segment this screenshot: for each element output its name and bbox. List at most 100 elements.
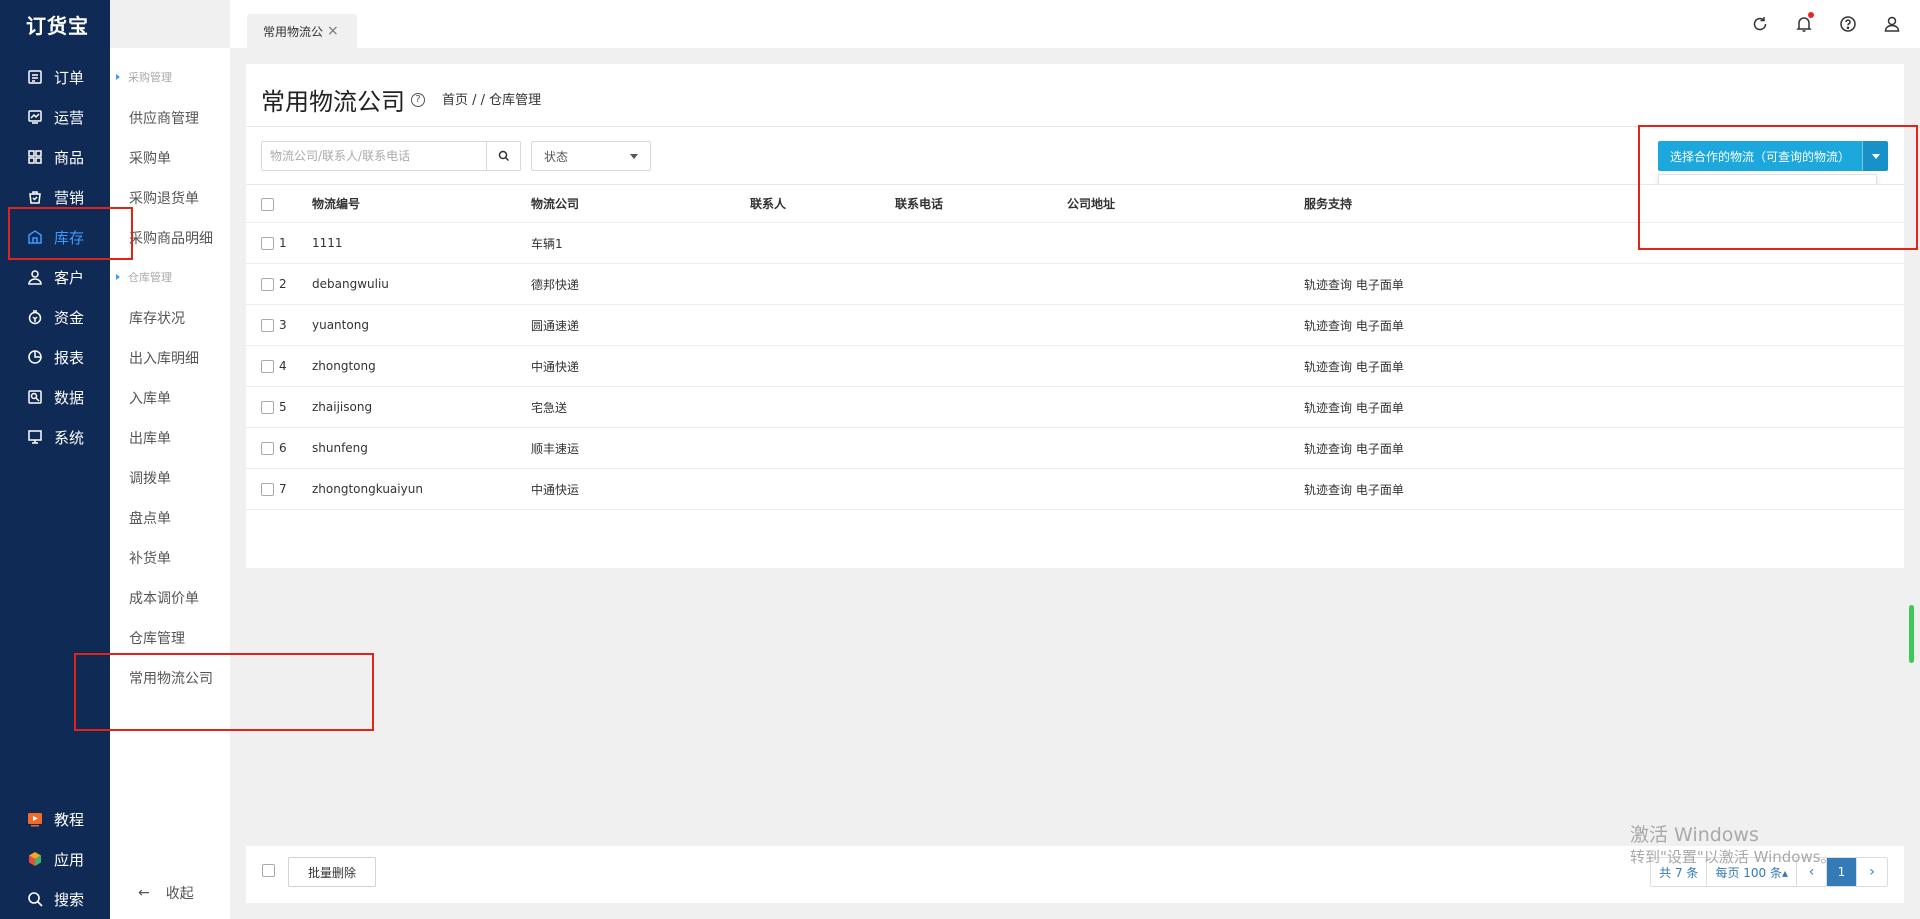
nav-item-customer[interactable]: 客户 <box>0 259 110 295</box>
close-icon[interactable]: × <box>327 23 339 39</box>
subnav-item-stocktake[interactable]: 盘点单 <box>129 508 171 528</box>
row-index: 5 <box>279 400 287 415</box>
cell-company: 圆通速递 <box>531 304 750 346</box>
highlight-box-inventory <box>8 207 133 260</box>
chevron-right-icon[interactable]: › <box>1857 858 1887 886</box>
subnav-item-outbound[interactable]: 出库单 <box>129 428 171 448</box>
tab-label: 常用物流公 <box>263 24 324 39</box>
subnav-item-replenish[interactable]: 补货单 <box>129 548 171 568</box>
nav-item-apps[interactable]: 应用 <box>0 841 110 877</box>
nav-item-system[interactable]: 系统 <box>0 419 110 455</box>
nav-label: 资金 <box>54 308 85 327</box>
nav-item-operation[interactable]: 运营 <box>0 99 110 135</box>
cell-contact <box>750 304 895 346</box>
select-all-checkbox[interactable] <box>261 197 274 211</box>
row-checkbox[interactable] <box>261 236 274 250</box>
collapse-button[interactable]: ← 收起 <box>138 883 194 903</box>
subnav-item-warehouse-manage[interactable]: 仓库管理 <box>129 628 185 648</box>
monitor-icon <box>27 429 43 445</box>
cell-address <box>1067 468 1304 510</box>
subnav-item-inbound[interactable]: 入库单 <box>129 388 171 408</box>
help-icon[interactable] <box>1838 14 1858 34</box>
nav-label: 教程 <box>54 810 85 829</box>
arrow-left-icon: ← <box>138 885 150 901</box>
nav-label: 数据 <box>54 388 85 407</box>
subnav-item-transfer[interactable]: 调拨单 <box>129 468 171 488</box>
cell-code: debangwuliu <box>312 263 531 305</box>
top-header: 常用物流公 × <box>230 0 1920 48</box>
cell-service: 轨迹查询 电子面单 <box>1304 304 1904 346</box>
subnav-item-supplier[interactable]: 供应商管理 <box>129 108 199 128</box>
select-all-checkbox-bottom[interactable] <box>262 864 275 877</box>
bag-icon <box>27 189 43 205</box>
refresh-icon[interactable] <box>1750 14 1770 34</box>
subnav-item-stock-status[interactable]: 库存状况 <box>129 308 185 328</box>
row-checkbox[interactable] <box>261 482 274 496</box>
row-checkbox[interactable] <box>261 318 274 332</box>
user-icon[interactable] <box>1882 14 1902 34</box>
cell-service: 轨迹查询 电子面单 <box>1304 263 1904 305</box>
subnav-item-inout-detail[interactable]: 出入库明细 <box>129 348 199 368</box>
subnav-item-cost-adjust[interactable]: 成本调价单 <box>129 588 199 608</box>
nav-label: 商品 <box>54 148 85 167</box>
nav-item-order[interactable]: 订单 <box>0 59 110 95</box>
table-row[interactable]: 7 zhongtongkuaiyun 中通快运 轨迹查询 电子面单 <box>246 468 1904 510</box>
caret-right-icon <box>116 74 120 80</box>
order-icon <box>27 69 43 85</box>
row-checkbox[interactable] <box>261 359 274 373</box>
nav-item-report[interactable]: 报表 <box>0 339 110 375</box>
table-row[interactable]: 4 zhongtong 中通快递 轨迹查询 电子面单 <box>246 345 1904 387</box>
nav-item-search[interactable]: 搜索 <box>0 881 110 917</box>
cell-address <box>1067 427 1304 469</box>
grid-icon <box>27 149 43 165</box>
row-index: 2 <box>279 277 287 292</box>
table-row[interactable]: 3 yuantong 圆通速递 轨迹查询 电子面单 <box>246 304 1904 346</box>
app-logo[interactable]: 订货宝 <box>0 0 110 48</box>
nav-item-data[interactable]: 数据 <box>0 379 110 415</box>
money-icon <box>27 309 43 325</box>
subnav-group-purchase[interactable]: 采购管理 <box>116 69 172 85</box>
row-checkbox[interactable] <box>261 441 274 455</box>
batch-delete-button[interactable]: 批量删除 <box>288 857 376 887</box>
highlight-box-select-button <box>1638 125 1918 250</box>
subnav-item-purchase-detail[interactable]: 采购商品明细 <box>129 228 213 248</box>
nav-label: 订单 <box>54 68 85 87</box>
cell-phone <box>895 345 1067 387</box>
subnav-item-purchase-return[interactable]: 采购退货单 <box>129 188 199 208</box>
question-icon[interactable]: ? <box>411 92 425 107</box>
notification-dot <box>1808 12 1814 18</box>
cell-company: 顺丰速运 <box>531 427 750 469</box>
column-header: 物流公司 <box>531 184 750 223</box>
table-row[interactable]: 2 debangwuliu 德邦快递 轨迹查询 电子面单 <box>246 263 1904 305</box>
scrollbar-thumb[interactable] <box>1909 605 1914 663</box>
nav-item-tutorial[interactable]: 教程 <box>0 801 110 837</box>
nav-item-funds[interactable]: 资金 <box>0 299 110 335</box>
cell-address <box>1067 386 1304 428</box>
nav-label: 运营 <box>54 108 85 127</box>
nav-label: 搜索 <box>54 890 85 909</box>
chart-icon <box>27 109 43 125</box>
nav-label: 报表 <box>54 348 85 367</box>
tab-logistics[interactable]: 常用物流公 × <box>247 14 357 48</box>
search-icon <box>27 891 43 907</box>
cell-company: 德邦快递 <box>531 263 750 305</box>
table-row[interactable]: 5 zhaijisong 宅急送 轨迹查询 电子面单 <box>246 386 1904 428</box>
cell-phone <box>895 386 1067 428</box>
breadcrumb[interactable]: 首页 / / 仓库管理 <box>442 89 541 108</box>
cell-company: 中通快递 <box>531 345 750 387</box>
table-row[interactable]: 6 shunfeng 顺丰速运 轨迹查询 电子面单 <box>246 427 1904 469</box>
search-button[interactable] <box>486 142 520 170</box>
search-input[interactable] <box>262 142 486 170</box>
subnav-item-purchase-order[interactable]: 采购单 <box>129 148 171 168</box>
bell-icon[interactable] <box>1794 12 1814 34</box>
row-checkbox[interactable] <box>261 277 274 291</box>
row-index: 6 <box>279 441 287 456</box>
cell-service: 轨迹查询 电子面单 <box>1304 468 1904 510</box>
user-icon <box>27 269 43 285</box>
nav-item-product[interactable]: 商品 <box>0 139 110 175</box>
row-checkbox[interactable] <box>261 400 274 414</box>
subnav-group-warehouse[interactable]: 仓库管理 <box>116 269 172 285</box>
cell-phone <box>895 304 1067 346</box>
status-select[interactable]: 状态 <box>531 141 651 171</box>
cell-phone <box>895 263 1067 305</box>
